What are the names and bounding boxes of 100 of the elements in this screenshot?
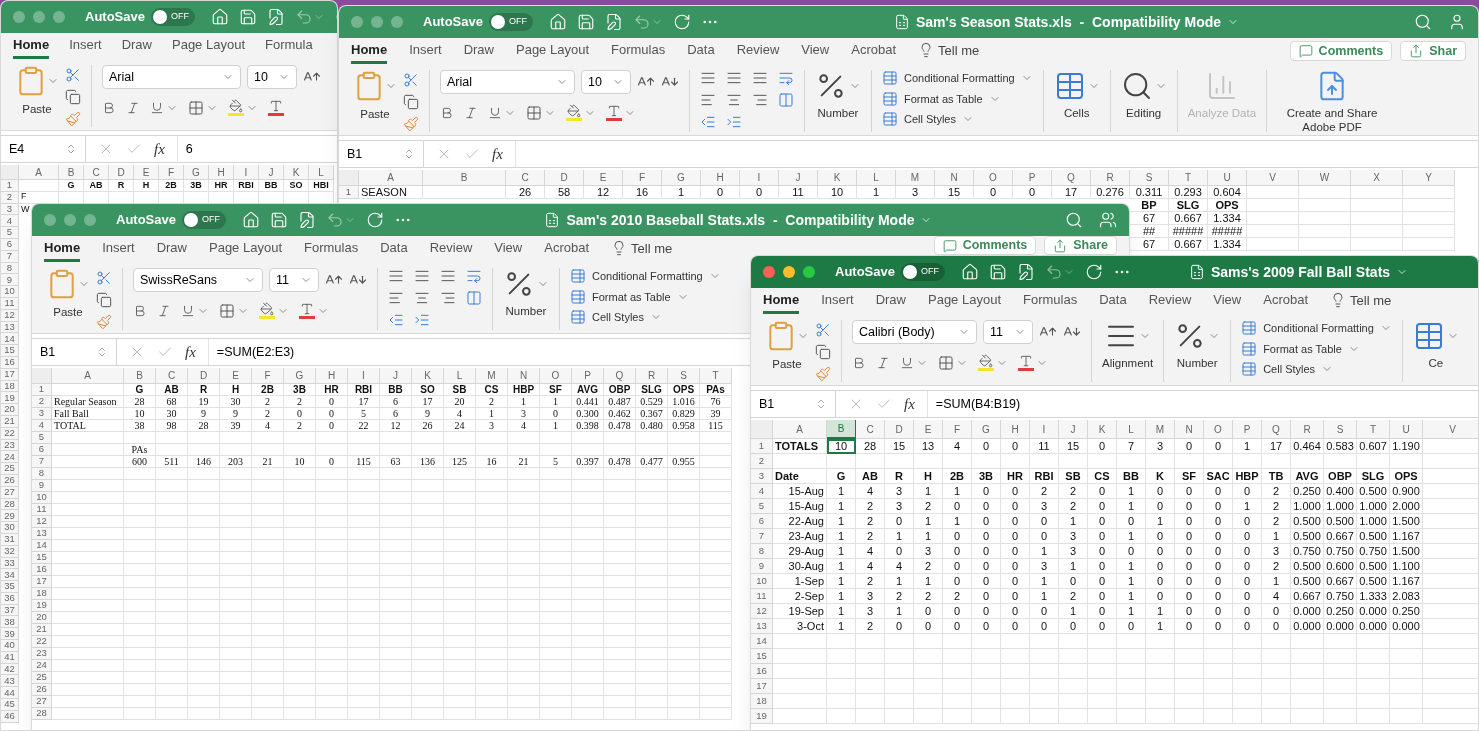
ribbon-tab[interactable]: Formulas: [304, 237, 359, 262]
home-icon[interactable]: [548, 13, 567, 31]
column-header[interactable]: Q: [1262, 420, 1291, 439]
row-header[interactable]: 15: [751, 649, 773, 664]
users-icon[interactable]: [1099, 211, 1117, 229]
row-header[interactable]: 22: [32, 636, 52, 648]
ribbon-tab[interactable]: Acrobat: [544, 237, 590, 262]
styles-menu-button[interactable]: Format as Table: [882, 90, 1033, 107]
column-header[interactable]: G: [284, 368, 316, 384]
ribbon-tab[interactable]: Insert: [69, 34, 102, 59]
column-header[interactable]: J: [779, 170, 818, 186]
column-header[interactable]: P: [1013, 170, 1052, 186]
align-right-icon[interactable]: [440, 290, 456, 306]
column-header[interactable]: D: [188, 368, 220, 384]
align-top-icon[interactable]: [700, 70, 716, 86]
fill-color-icon[interactable]: [259, 302, 275, 319]
user-icon[interactable]: [1448, 13, 1466, 31]
column-header[interactable]: G: [972, 420, 1001, 439]
copy-icon[interactable]: [403, 94, 419, 110]
row-header[interactable]: 24: [32, 660, 52, 672]
row-header[interactable]: 39: [1, 628, 19, 641]
formula-field[interactable]: =SUM(B4:B19): [926, 391, 1478, 417]
row-header[interactable]: 45: [1, 699, 19, 711]
ribbon-tab[interactable]: Data: [687, 39, 715, 64]
column-header[interactable]: R: [636, 368, 668, 384]
row-header[interactable]: 12: [32, 516, 52, 528]
column-header[interactable]: F: [159, 165, 184, 180]
ribbon-tab[interactable]: Insert: [102, 237, 135, 262]
row-header[interactable]: 16: [751, 664, 773, 679]
fill-color-icon[interactable]: [566, 104, 582, 121]
column-header[interactable]: N: [1175, 420, 1204, 439]
autosave-toggle[interactable]: OFF: [488, 13, 533, 31]
column-header[interactable]: G: [184, 165, 209, 180]
row-header[interactable]: 19: [32, 600, 52, 612]
align-middle-icon[interactable]: [726, 70, 742, 86]
align-bottom-icon[interactable]: [752, 70, 768, 86]
paste-button[interactable]: Paste: [353, 70, 397, 132]
align-top-icon[interactable]: [388, 268, 404, 284]
undo-icon[interactable]: [294, 8, 313, 26]
number-format-button[interactable]: Number: [815, 70, 861, 121]
column-header[interactable]: A: [52, 368, 124, 384]
paste-button[interactable]: Paste: [46, 268, 90, 330]
bold-icon[interactable]: [102, 100, 116, 115]
undo-icon[interactable]: [325, 211, 344, 229]
column-header[interactable]: A: [773, 420, 827, 439]
editing-button[interactable]: Editing: [1120, 70, 1167, 121]
column-header[interactable]: B: [423, 170, 506, 186]
cells-button[interactable]: Cells: [1053, 70, 1100, 121]
name-box[interactable]: E4: [1, 136, 86, 162]
save-icon[interactable]: [988, 263, 1007, 281]
column-header[interactable]: V: [1423, 420, 1478, 439]
row-header[interactable]: 4: [751, 484, 773, 499]
row-header[interactable]: 19: [751, 709, 773, 724]
font-color-icon[interactable]: [606, 104, 622, 121]
font-name-field[interactable]: Calibri (Body): [852, 320, 977, 344]
borders-icon[interactable]: [938, 354, 954, 371]
row-header[interactable]: 19: [1, 392, 19, 405]
function-label[interactable]: fx: [185, 340, 196, 364]
merge-cells-icon[interactable]: [778, 92, 794, 108]
font-name-field[interactable]: Arial: [102, 65, 241, 89]
row-header[interactable]: 13: [32, 528, 52, 540]
row-header[interactable]: 5: [751, 499, 773, 514]
column-header[interactable]: N: [935, 170, 974, 186]
column-header[interactable]: R: [1091, 170, 1130, 186]
column-header[interactable]: J: [1059, 420, 1088, 439]
row-header[interactable]: 35: [1, 581, 19, 593]
italic-icon[interactable]: [876, 355, 890, 370]
row-header[interactable]: 4: [1, 215, 19, 228]
font-name-field[interactable]: SwissReSans: [133, 268, 263, 292]
row-header[interactable]: 5: [32, 432, 52, 444]
column-header[interactable]: B: [124, 368, 156, 384]
undo-icon[interactable]: [1044, 263, 1063, 281]
column-header[interactable]: C: [506, 170, 545, 186]
column-header[interactable]: S: [668, 368, 700, 384]
paintbrush-icon[interactable]: [403, 116, 419, 132]
column-header[interactable]: F: [252, 368, 284, 384]
row-header[interactable]: 10: [1, 286, 19, 298]
row-header[interactable]: 34: [1, 569, 19, 582]
column-header[interactable]: K: [1088, 420, 1117, 439]
merge-cells-icon[interactable]: [466, 290, 482, 306]
autosave-toggle[interactable]: OFF: [150, 8, 195, 26]
column-header[interactable]: I: [234, 165, 259, 180]
font-name-field[interactable]: Arial: [440, 70, 575, 94]
column-header[interactable]: T: [1169, 170, 1208, 186]
column-header[interactable]: H: [701, 170, 740, 186]
styles-menu-button[interactable]: Conditional Formatting: [882, 70, 1033, 87]
row-header[interactable]: 1: [339, 186, 359, 199]
autosave-toggle[interactable]: OFF: [900, 263, 945, 281]
share-button[interactable]: Share: [1044, 236, 1117, 255]
ribbon-tab[interactable]: Acrobat: [1263, 289, 1309, 314]
row-header[interactable]: 13: [751, 619, 773, 634]
scissors-icon[interactable]: [815, 322, 831, 338]
paintbrush-icon[interactable]: [96, 314, 112, 330]
row-header[interactable]: 20: [32, 612, 52, 624]
scissors-icon[interactable]: [403, 72, 419, 88]
ribbon-tab[interactable]: Draw: [121, 34, 152, 59]
alignment-button[interactable]: Alignment: [1102, 320, 1154, 371]
column-header[interactable]: A: [359, 170, 423, 186]
row-header[interactable]: 2: [32, 396, 52, 408]
ribbon-tab[interactable]: Insert: [821, 289, 854, 314]
